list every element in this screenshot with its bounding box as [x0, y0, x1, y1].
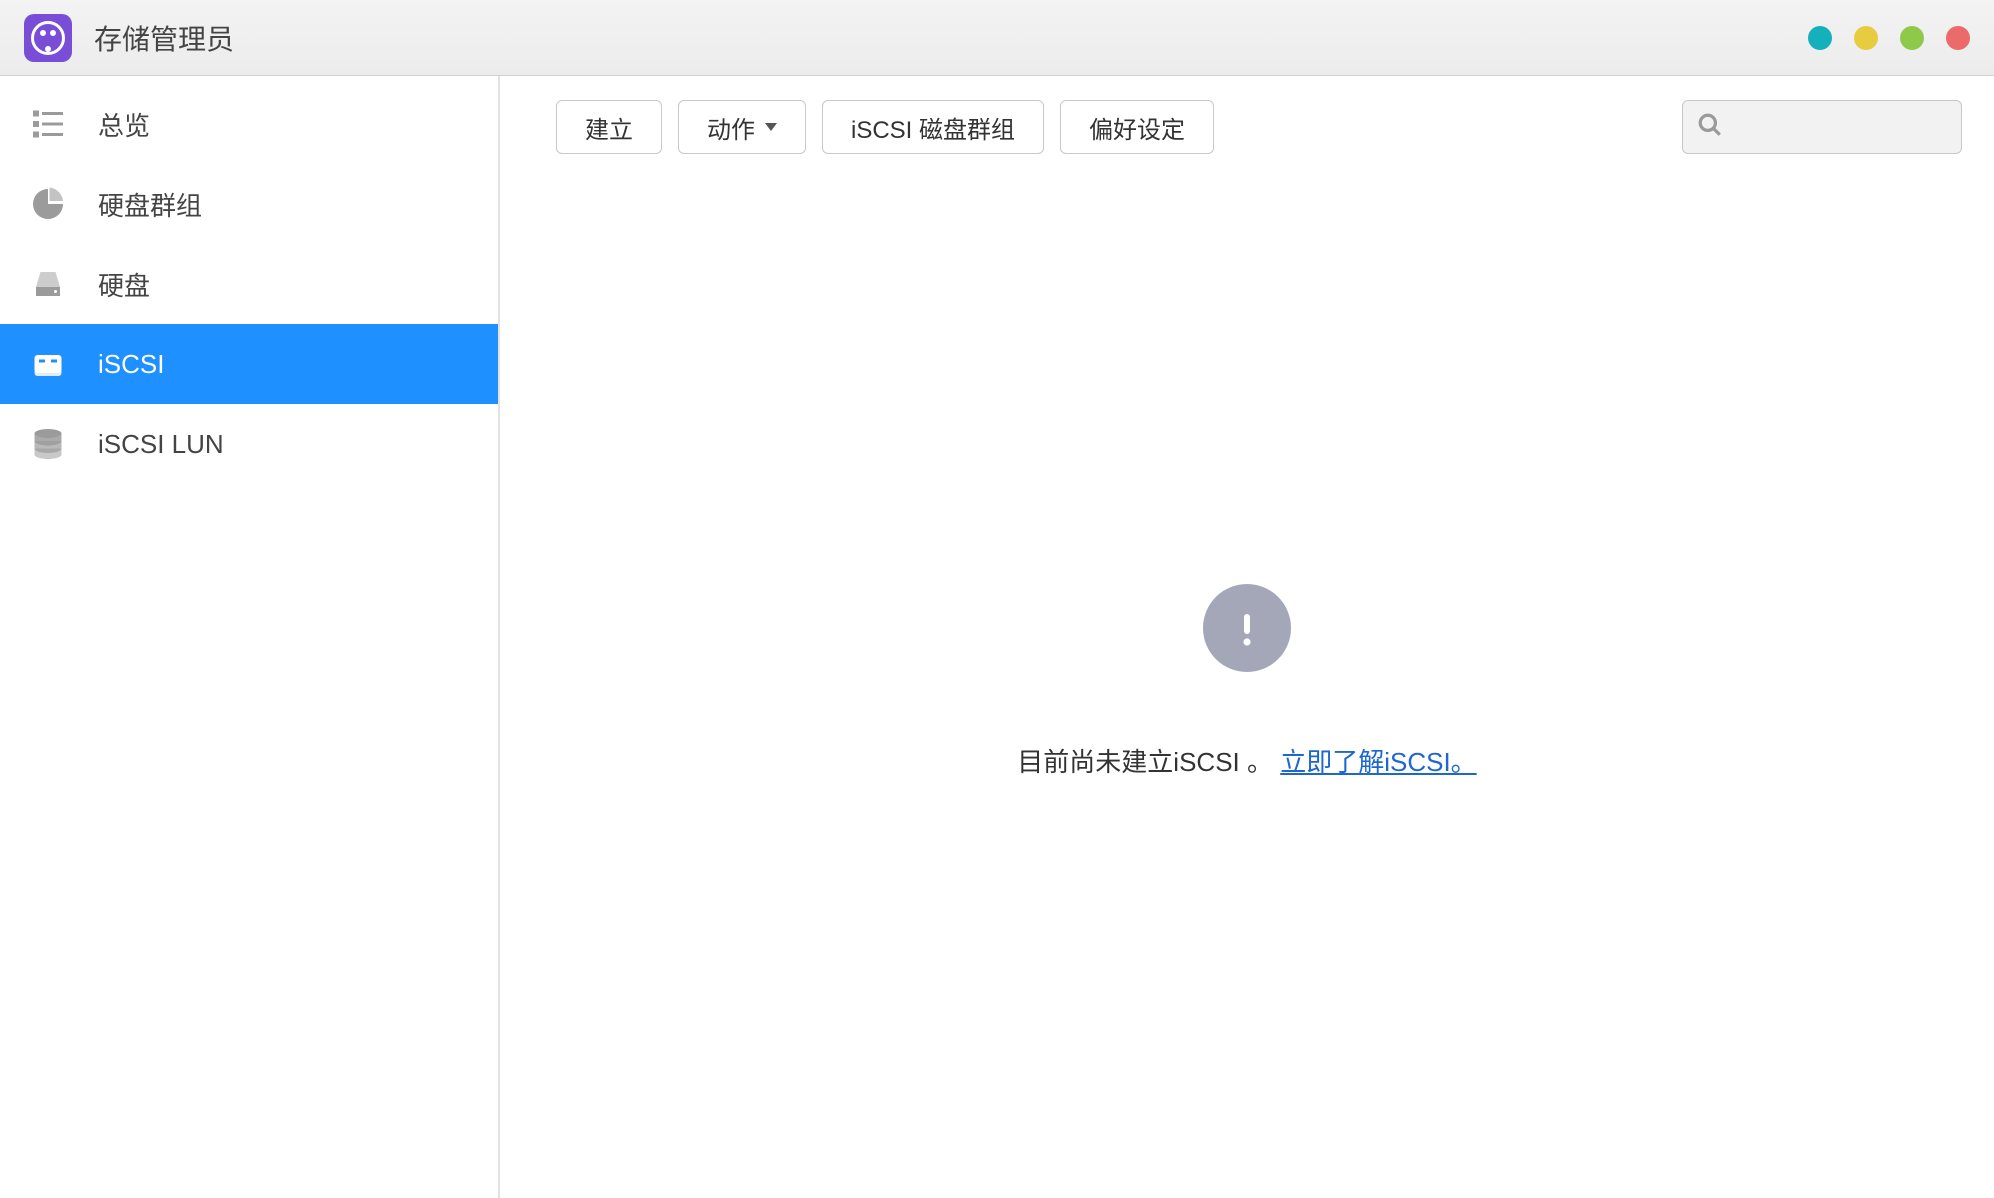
- database-icon: [26, 422, 70, 466]
- sidebar-item-disk[interactable]: 硬盘: [0, 244, 498, 324]
- create-button[interactable]: 建立: [556, 100, 662, 154]
- search-input[interactable]: [1733, 114, 1994, 140]
- chevron-down-icon: [765, 123, 777, 131]
- empty-message: 目前尚未建立iSCSI 。: [1017, 747, 1280, 777]
- sidebar: 总览 硬盘群组 硬盘 iSCSI iSCSI LUN: [0, 76, 500, 1198]
- button-label: 偏好设定: [1089, 110, 1185, 145]
- iscsi-icon: [26, 342, 70, 386]
- learn-more-link[interactable]: 立即了解iSCSI。: [1280, 747, 1476, 777]
- action-button[interactable]: 动作: [678, 100, 806, 154]
- window-minimize-button[interactable]: [1854, 26, 1878, 50]
- sidebar-item-label: 硬盘: [98, 266, 150, 303]
- window-controls: [1808, 26, 1970, 50]
- button-label: 建立: [585, 110, 633, 145]
- app-title: 存储管理员: [94, 18, 234, 58]
- window-close-button[interactable]: [1946, 26, 1970, 50]
- iscsi-disk-group-button[interactable]: iSCSI 磁盘群组: [822, 100, 1044, 154]
- sidebar-item-overview[interactable]: 总览: [0, 84, 498, 164]
- search-icon: [1697, 112, 1723, 143]
- button-label: iSCSI 磁盘群组: [851, 110, 1015, 145]
- sidebar-item-iscsi[interactable]: iSCSI: [0, 324, 498, 404]
- main-content: 建立 动作 iSCSI 磁盘群组 偏好设定: [500, 76, 1994, 1198]
- pie-icon: [26, 182, 70, 226]
- button-label: 动作: [707, 110, 755, 145]
- window-help-button[interactable]: [1808, 26, 1832, 50]
- preferences-button[interactable]: 偏好设定: [1060, 100, 1214, 154]
- overview-icon: [26, 102, 70, 146]
- sidebar-item-label: 总览: [98, 106, 150, 143]
- alert-icon: [1203, 584, 1291, 672]
- sidebar-item-disk-group[interactable]: 硬盘群组: [0, 164, 498, 244]
- sidebar-item-label: iSCSI LUN: [98, 429, 224, 460]
- sidebar-item-iscsi-lun[interactable]: iSCSI LUN: [0, 404, 498, 484]
- toolbar: 建立 动作 iSCSI 磁盘群组 偏好设定: [500, 76, 1994, 164]
- titlebar: 存储管理员: [0, 0, 1994, 76]
- sidebar-item-label: iSCSI: [98, 349, 164, 380]
- empty-state-text: 目前尚未建立iSCSI 。 立即了解iSCSI。: [1017, 742, 1476, 779]
- window-maximize-button[interactable]: [1900, 26, 1924, 50]
- app-icon: [24, 14, 72, 62]
- sidebar-item-label: 硬盘群组: [98, 186, 202, 223]
- search-box[interactable]: [1682, 100, 1962, 154]
- disk-icon: [26, 262, 70, 306]
- empty-state: 目前尚未建立iSCSI 。 立即了解iSCSI。: [500, 164, 1994, 1198]
